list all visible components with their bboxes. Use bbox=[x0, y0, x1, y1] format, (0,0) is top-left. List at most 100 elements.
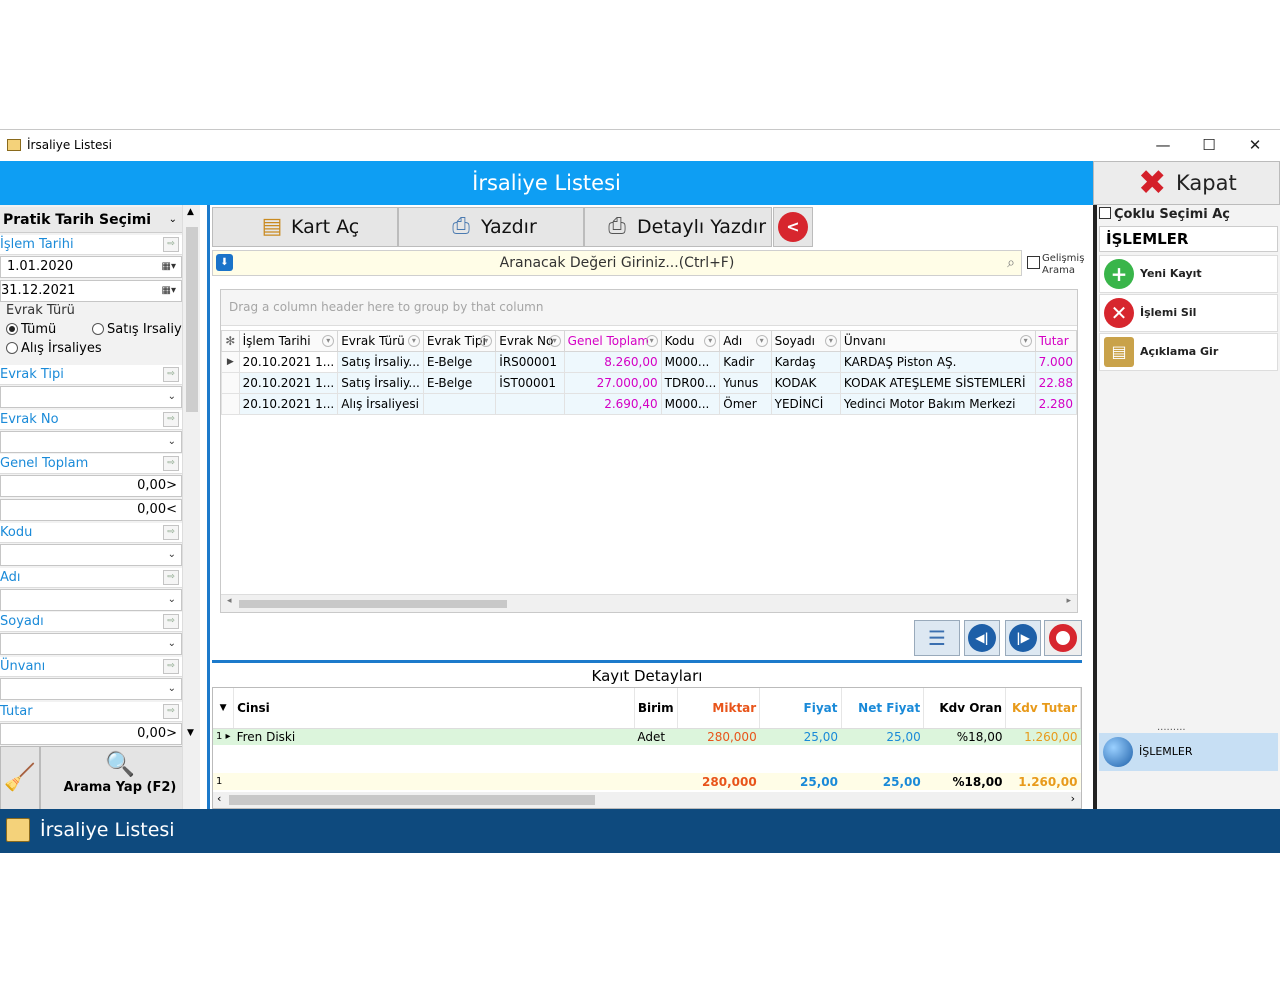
filter-icon[interactable]: ▾ bbox=[322, 335, 335, 347]
col-genel-toplam[interactable]: Genel Toplam ▾ bbox=[563, 330, 662, 352]
filter-toggle-icon[interactable]: ⇨ bbox=[163, 525, 179, 540]
cell-tarih[interactable]: 20.10.2021 1... bbox=[238, 351, 339, 373]
radio-alis[interactable]: Alış İrsaliyes bbox=[6, 341, 102, 356]
magnifier-icon[interactable]: ⌕ bbox=[1007, 251, 1015, 275]
cell-tur[interactable]: Alış İrsaliyesi bbox=[337, 393, 424, 415]
cell-kdv-tutar[interactable]: 1.260,00 bbox=[1006, 728, 1081, 745]
col-adi[interactable]: Adı ▾ bbox=[719, 330, 772, 352]
kapat-button[interactable]: ✖ Kapat bbox=[1093, 161, 1280, 205]
col-evrak-no[interactable]: Evrak No ▾ bbox=[495, 330, 565, 352]
col-fiyat[interactable]: Fiyat bbox=[759, 688, 842, 729]
cell-tip[interactable] bbox=[422, 393, 497, 415]
multi-select-checkbox[interactable]: Çoklu Seçimi Aç bbox=[1099, 207, 1230, 222]
cell-adi[interactable]: Kadir bbox=[719, 351, 772, 373]
cell-unvan[interactable]: KARDAŞ Piston AŞ. bbox=[839, 351, 1036, 373]
tutar-min[interactable]: 0,00> bbox=[0, 723, 182, 745]
cell-tarih[interactable]: 20.10.2021 1... bbox=[238, 372, 339, 394]
scroll-up-icon[interactable]: ▲ bbox=[187, 207, 194, 217]
filter-icon[interactable]: ▾ bbox=[548, 335, 561, 347]
first-record-button[interactable]: ◀| bbox=[964, 620, 1000, 656]
cell-no[interactable] bbox=[495, 393, 565, 415]
filter-toggle-icon[interactable]: ⇨ bbox=[163, 456, 179, 471]
filter-toggle-icon[interactable]: ⇨ bbox=[163, 704, 179, 719]
filter-icon[interactable]: ▾ bbox=[1019, 335, 1032, 347]
cell-birim[interactable]: Adet bbox=[634, 728, 677, 745]
scroll-right-icon[interactable]: › bbox=[1071, 792, 1075, 805]
filter-toggle-icon[interactable]: ⇨ bbox=[163, 412, 179, 427]
col-kdv-oran[interactable]: Kdv Oran bbox=[923, 688, 1006, 729]
detail-row[interactable]: 1 ▸ Fren Diski Adet 280,000 25,00 25,00 … bbox=[213, 728, 1081, 745]
soyadi-select[interactable]: ⌄ bbox=[0, 633, 182, 655]
table-row[interactable]: 20.10.2021 1... Alış İrsaliyesi 2.690,40… bbox=[221, 393, 1078, 415]
radio-satis[interactable]: Satış İrsaliye bbox=[92, 322, 182, 337]
scroll-down-icon[interactable]: ▼ bbox=[187, 728, 194, 738]
filter-toggle-icon[interactable]: ⇨ bbox=[163, 614, 179, 629]
cell-soyadi[interactable]: Kardaş bbox=[770, 351, 841, 373]
genel-toplam-min[interactable]: 0,00> bbox=[0, 475, 182, 497]
calendar-icon[interactable]: ▦▾ bbox=[162, 257, 176, 277]
cell-kodu[interactable]: M000... bbox=[660, 393, 721, 415]
scroll-left-icon[interactable]: ◂ bbox=[227, 596, 232, 606]
filter-toggle-icon[interactable]: ⇨ bbox=[163, 237, 179, 252]
col-islem-tarihi[interactable]: İşlem Tarihi ▾ bbox=[238, 330, 339, 352]
detail-horizontal-scrollbar[interactable]: ‹ › bbox=[213, 792, 1081, 808]
table-row[interactable]: 20.10.2021 1... Satış İrsaliy... E-Belge… bbox=[221, 372, 1078, 394]
search-button[interactable]: 🔍 Arama Yap (F2) bbox=[40, 746, 200, 810]
checkbox-icon[interactable] bbox=[1027, 256, 1040, 269]
cell-tarih[interactable]: 20.10.2021 1... bbox=[238, 393, 339, 415]
kodu-select[interactable]: ⌄ bbox=[0, 544, 182, 566]
filter-scrollbar[interactable]: ▲ ▼ bbox=[182, 205, 200, 809]
cell-tur[interactable]: Satış İrsaliy... bbox=[337, 372, 424, 394]
cell-tur[interactable]: Satış İrsaliy... bbox=[337, 351, 424, 373]
search-input[interactable]: ⬇ Aranacak Değeri Giriniz...(Ctrl+F) ⌕ bbox=[212, 250, 1022, 276]
filter-icon[interactable]: ▾ bbox=[645, 335, 658, 347]
evrak-no-select[interactable]: ⌄ bbox=[0, 431, 182, 453]
filter-icon[interactable]: ▾ bbox=[407, 335, 420, 347]
cell-cinsi[interactable]: Fren Diski bbox=[234, 728, 635, 745]
cell-kodu[interactable]: M000... bbox=[660, 351, 721, 373]
cell-no[interactable]: İST00001 bbox=[495, 372, 565, 394]
col-evrak-tipi[interactable]: Evrak Tipi ▾ bbox=[422, 330, 497, 352]
col-tutar[interactable]: Tutar bbox=[1034, 330, 1078, 352]
date-from-field[interactable]: 1.01.2020 ▦▾ bbox=[0, 256, 182, 278]
cell-tutar[interactable]: 22.88 bbox=[1034, 372, 1078, 394]
cell-tutar[interactable]: 7.000 bbox=[1034, 351, 1078, 373]
yazdir-button[interactable]: ⎙ Yazdır bbox=[398, 207, 584, 247]
date-to-field[interactable]: 31.12.2021 ▦▾ bbox=[0, 280, 182, 302]
last-record-button[interactable]: |▶ bbox=[1005, 620, 1041, 656]
cell-tip[interactable]: E-Belge bbox=[422, 351, 497, 373]
filter-icon[interactable]: ▾ bbox=[755, 335, 768, 347]
sort-icon[interactable]: ▼ bbox=[213, 688, 235, 729]
adi-select[interactable]: ⌄ bbox=[0, 589, 182, 611]
clear-filters-button[interactable]: 🧹 bbox=[0, 746, 40, 810]
unvani-select[interactable]: ⌄ bbox=[0, 678, 182, 700]
evrak-tipi-select[interactable]: ⌄ bbox=[0, 386, 182, 408]
cell-toplam[interactable]: 2.690,40 bbox=[563, 393, 662, 415]
cell-net-fiyat[interactable]: 25,00 bbox=[841, 728, 924, 745]
col-kodu[interactable]: Kodu ▾ bbox=[660, 330, 721, 352]
col-evrak-turu[interactable]: Evrak Türü ▾ bbox=[337, 330, 424, 352]
minimize-button[interactable]: — bbox=[1140, 130, 1186, 161]
scrollbar-thumb[interactable] bbox=[186, 227, 198, 412]
col-birim[interactable]: Birim bbox=[634, 688, 678, 729]
kart-ac-button[interactable]: ▤ Kart Aç bbox=[212, 207, 398, 247]
close-window-button[interactable]: ✕ bbox=[1232, 130, 1278, 161]
col-unvani[interactable]: Ünvanı ▾ bbox=[839, 330, 1036, 352]
date-preset-dropdown[interactable]: Pratik Tarih Seçimi ⌄ bbox=[0, 207, 182, 233]
filter-icon[interactable]: ▾ bbox=[480, 335, 493, 347]
yeni-kayit-button[interactable]: + Yeni Kayıt bbox=[1099, 255, 1278, 293]
cell-fiyat[interactable]: 25,00 bbox=[760, 728, 841, 745]
cell-kodu[interactable]: TDR00... bbox=[660, 372, 721, 394]
scrollbar-thumb[interactable] bbox=[229, 795, 595, 805]
cell-miktar[interactable]: 280,000 bbox=[677, 728, 760, 745]
cell-toplam[interactable]: 8.260,00 bbox=[563, 351, 662, 373]
cell-kdv-oran[interactable]: %18,00 bbox=[924, 728, 1006, 745]
share-button[interactable]: < bbox=[773, 207, 813, 247]
col-kdv-tutar[interactable]: Kdv Tutar bbox=[1005, 688, 1081, 729]
detayli-yazdir-button[interactable]: ⎙ Detaylı Yazdır bbox=[584, 207, 772, 247]
calendar-icon[interactable]: ▦▾ bbox=[162, 281, 176, 301]
maximize-button[interactable]: ☐ bbox=[1186, 130, 1232, 161]
filter-icon[interactable]: ▾ bbox=[824, 335, 837, 347]
col-miktar[interactable]: Miktar bbox=[677, 688, 761, 729]
col-cinsi[interactable]: Cinsi bbox=[233, 688, 635, 729]
